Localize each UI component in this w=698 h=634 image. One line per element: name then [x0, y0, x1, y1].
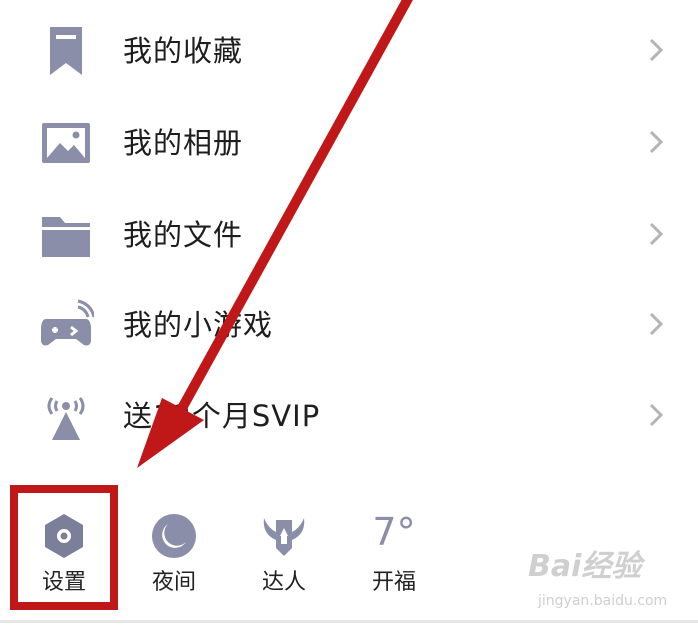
watermark-domain: jingyan.baidu.com [538, 593, 668, 609]
menu-item-label: 送12个月SVIP [123, 399, 321, 433]
temperature-value: 7° [372, 510, 416, 554]
weather-label: 开福 [371, 570, 416, 595]
night-mode-label: 夜间 [151, 570, 196, 595]
menu-item-label: 我的收藏 [123, 34, 244, 68]
folder-icon [42, 217, 90, 257]
winged-badge-icon [263, 518, 305, 556]
expert-label: 达人 [261, 570, 306, 595]
menu-item-favorites[interactable]: 我的收藏 [0, 5, 698, 95]
expert-button[interactable]: 达人 [234, 500, 334, 610]
image-icon [42, 123, 90, 163]
weather-button[interactable]: 7° 开福 [344, 500, 444, 610]
baidu-jingyan-watermark: Bai经验 jingyan.baidu.com [528, 548, 688, 618]
menu-item-label: 我的小游戏 [123, 308, 274, 342]
bottom-divider [0, 620, 698, 623]
menu-item-minigames[interactable]: 我的小游戏 [0, 279, 698, 369]
chevron-right-icon [649, 38, 664, 62]
chevron-right-icon [649, 403, 664, 427]
chevron-right-icon [649, 222, 664, 246]
broadcast-tower-icon [47, 397, 85, 440]
bookmark-icon [50, 27, 82, 75]
menu-item-label: 我的相册 [123, 126, 244, 160]
highlight-box [10, 485, 118, 610]
moon-icon [152, 514, 196, 558]
watermark-brand: Bai经验 [528, 549, 642, 584]
chevron-right-icon [649, 130, 664, 154]
menu-item-label: 我的文件 [123, 218, 244, 252]
menu-item-files[interactable]: 我的文件 [0, 189, 698, 279]
menu-item-svip[interactable]: 送12个月SVIP [0, 370, 698, 460]
menu-item-album[interactable]: 我的相册 [0, 97, 698, 187]
chevron-right-icon [649, 312, 664, 336]
gamepad-icon [41, 299, 94, 346]
night-mode-button[interactable]: 夜间 [124, 500, 224, 610]
